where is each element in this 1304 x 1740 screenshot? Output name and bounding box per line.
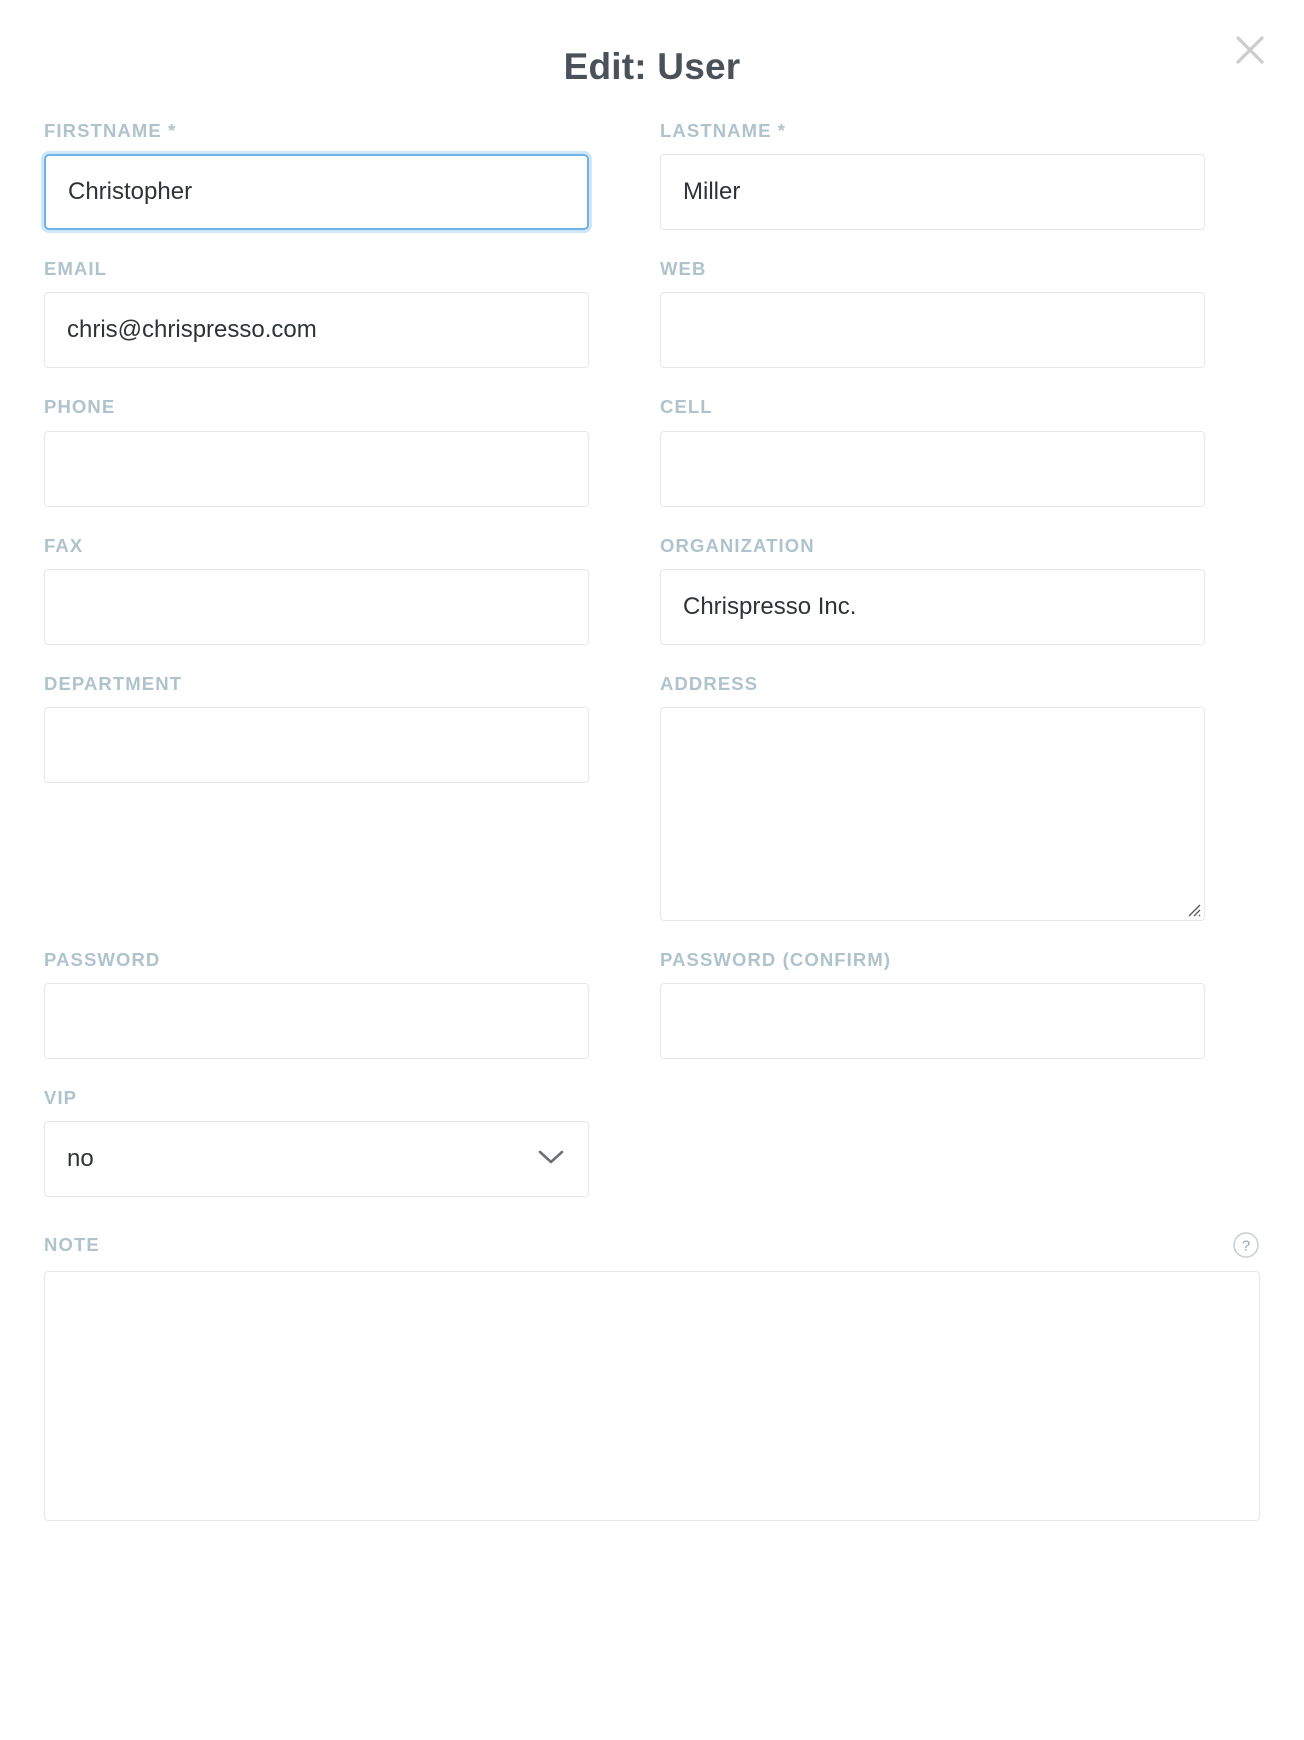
address-textarea[interactable]: [660, 706, 1205, 921]
note-label-row: NOTE ?: [44, 1231, 1260, 1259]
web-label: WEB: [660, 258, 707, 280]
fax-label: FAX: [44, 534, 84, 556]
firstname-value: Christopher: [68, 178, 193, 206]
password-label: PASSWORD: [44, 948, 161, 970]
vip-select[interactable]: no: [44, 1121, 589, 1198]
resize-handle-icon[interactable]: [1183, 899, 1201, 917]
lastname-input[interactable]: Miller: [660, 154, 1205, 231]
field-department: DEPARTMENT: [44, 673, 589, 783]
vip-label: VIP: [44, 1087, 78, 1109]
lastname-label: LASTNAME *: [660, 120, 787, 141]
field-password-confirm: PASSWORD (CONFIRM): [660, 948, 1205, 1060]
chevron-down-icon: [536, 1145, 566, 1173]
field-firstname: FIRSTNAME * Christopher: [44, 120, 589, 231]
email-label: EMAIL: [44, 258, 108, 280]
email-value: chris@chrispresso.com: [67, 316, 317, 344]
fax-input[interactable]: [44, 568, 589, 645]
firstname-input[interactable]: Christopher: [44, 154, 589, 231]
field-vip: VIP no: [44, 1087, 589, 1198]
note-section: NOTE ?: [0, 1231, 1304, 1522]
field-fax: FAX: [44, 535, 589, 645]
field-organization: ORGANIZATION Chrispresso Inc.: [660, 535, 1205, 645]
cell-input[interactable]: [660, 430, 1205, 507]
field-cell: CELL: [660, 396, 1205, 507]
department-label: DEPARTMENT: [44, 672, 183, 694]
user-form: FIRSTNAME * Christopher LASTNAME * Mille…: [0, 120, 1304, 1225]
lastname-value: Miller: [683, 178, 741, 206]
dialog-header: Edit: User: [0, 0, 1304, 120]
page-title: Edit: User: [563, 46, 741, 87]
note-label: NOTE: [44, 1234, 100, 1256]
vip-value: no: [67, 1145, 94, 1173]
svg-text:?: ?: [1242, 1238, 1250, 1255]
field-address: ADDRESS: [660, 673, 1205, 921]
phone-label: PHONE: [44, 396, 116, 418]
organization-input[interactable]: Chrispresso Inc.: [660, 568, 1205, 645]
field-password: PASSWORD: [44, 948, 589, 1060]
field-email: EMAIL chris@chrispresso.com: [44, 258, 589, 369]
field-phone: PHONE: [44, 396, 589, 507]
password-confirm-label: PASSWORD (CONFIRM): [660, 948, 892, 970]
organization-label: ORGANIZATION: [660, 534, 815, 556]
close-icon[interactable]: [1226, 26, 1274, 74]
department-input[interactable]: [44, 706, 589, 783]
phone-input[interactable]: [44, 430, 589, 507]
field-web: WEB: [660, 258, 1205, 369]
firstname-label: FIRSTNAME *: [44, 120, 177, 141]
web-input[interactable]: [660, 292, 1205, 369]
organization-value: Chrispresso Inc.: [683, 592, 857, 620]
question-mark-icon[interactable]: ?: [1232, 1231, 1260, 1259]
edit-user-dialog: Edit: User FIRSTNAME * Christopher LASTN…: [0, 0, 1304, 1740]
password-input[interactable]: [44, 983, 589, 1060]
address-label: ADDRESS: [660, 672, 759, 694]
email-input[interactable]: chris@chrispresso.com: [44, 292, 589, 369]
cell-label: CELL: [660, 396, 713, 418]
field-lastname: LASTNAME * Miller: [660, 120, 1205, 231]
note-textarea[interactable]: [44, 1271, 1260, 1522]
password-confirm-input[interactable]: [660, 983, 1205, 1060]
